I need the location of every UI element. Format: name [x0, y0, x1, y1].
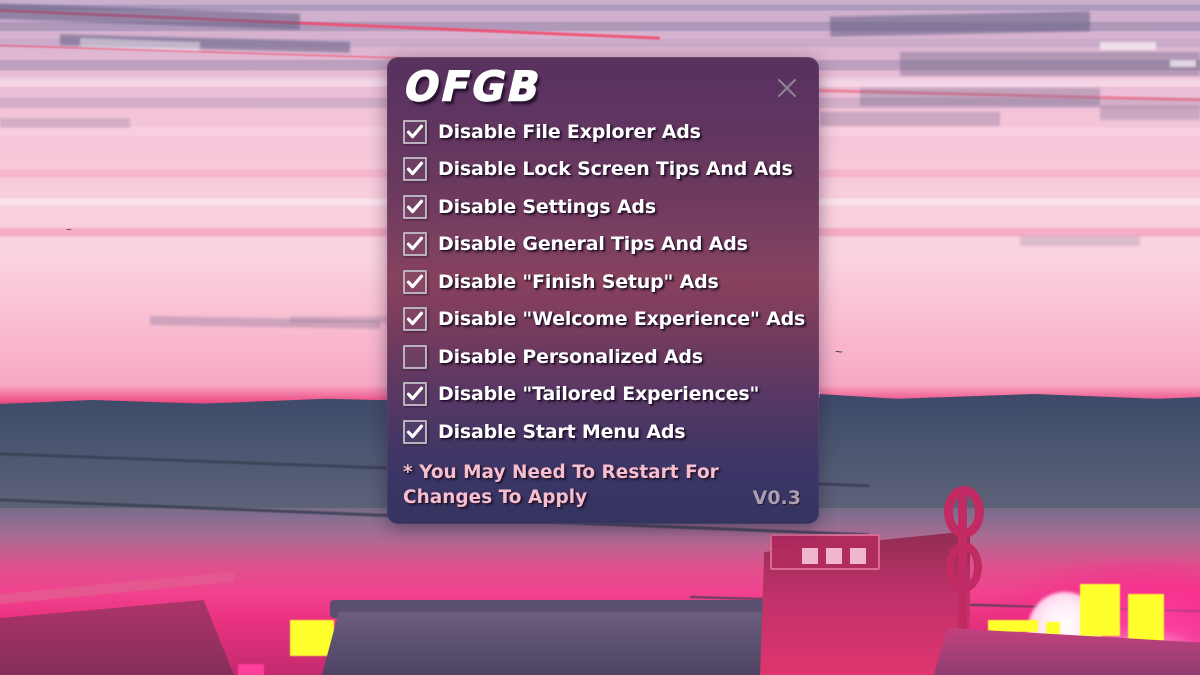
ofgb-logo: OFGB [399, 63, 548, 111]
ship-window [826, 548, 842, 564]
cloud-band [820, 112, 1000, 126]
ship-window [802, 548, 818, 564]
checkbox-checked[interactable] [403, 307, 427, 332]
close-button[interactable] [770, 71, 804, 105]
ofgb-window: OFGB Disable File Explorer Ads Disable Lo… [387, 57, 819, 524]
option-label: Disable Lock Screen Tips And Ads [438, 158, 793, 181]
city-light [1046, 622, 1060, 634]
city-light [1128, 594, 1164, 646]
light-streak [1100, 42, 1156, 50]
option-row[interactable]: Disable "Finish Setup" Ads [403, 263, 803, 301]
option-row[interactable]: Disable Personalized Ads [403, 338, 803, 376]
options-list: Disable File Explorer Ads Disable Lock Sc… [387, 113, 819, 451]
option-row[interactable]: Disable File Explorer Ads [403, 113, 803, 151]
check-icon [406, 124, 424, 138]
window-footer: * You May Need To Restart For Changes To… [403, 461, 803, 510]
option-row[interactable]: Disable General Tips And Ads [403, 226, 803, 264]
checkbox-unchecked[interactable] [403, 344, 427, 369]
checkbox-checked[interactable] [403, 232, 427, 257]
ship-mast-ring [944, 486, 984, 538]
option-label: Disable "Finish Setup" Ads [438, 270, 719, 293]
option-row[interactable]: Disable Settings Ads [403, 188, 803, 226]
option-row[interactable]: Disable "Welcome Experience" Ads [403, 301, 806, 339]
cloud-band [1100, 106, 1200, 120]
checkbox-checked[interactable] [403, 119, 427, 144]
check-icon [406, 386, 424, 401]
desktop-background: ~ ~ OFGB Disable File Explorer Ads Disab… [0, 0, 1200, 675]
check-icon [406, 161, 424, 176]
checkbox-checked[interactable] [403, 194, 427, 219]
option-label: Disable Start Menu Ads [438, 420, 686, 443]
option-label: Disable "Tailored Experiences" [438, 383, 760, 406]
checkbox-checked[interactable] [403, 382, 427, 407]
checkbox-checked[interactable] [403, 157, 427, 182]
option-row[interactable]: Disable Start Menu Ads [403, 413, 803, 451]
light-streak [1170, 60, 1196, 67]
checkbox-checked[interactable] [403, 269, 427, 294]
option-label: Disable General Tips And Ads [438, 233, 748, 256]
check-icon [406, 199, 424, 213]
option-label: Disable Settings Ads [438, 195, 656, 218]
city-light [290, 620, 334, 656]
close-icon [778, 79, 796, 97]
check-icon [406, 424, 424, 438]
check-icon [406, 274, 424, 288]
bird-silhouette: ~ [835, 344, 843, 359]
city-light [988, 620, 1038, 632]
check-icon [406, 311, 424, 326]
option-label: Disable Personalized Ads [438, 345, 703, 368]
cloud-band [0, 118, 130, 128]
option-label: Disable File Explorer Ads [438, 120, 701, 143]
cloud-band [1020, 236, 1140, 246]
option-row[interactable]: Disable "Tailored Experiences" [403, 376, 803, 414]
option-label: Disable "Welcome Experience" Ads [438, 308, 806, 331]
cloud-band [860, 88, 1100, 106]
city-light [238, 664, 264, 675]
boat-hull [320, 612, 790, 675]
window-titlebar[interactable]: OFGB [387, 57, 819, 113]
option-row[interactable]: Disable Lock Screen Tips And Ads [403, 151, 803, 189]
restart-note: * You May Need To Restart For Changes To… [403, 462, 719, 508]
bird-silhouette: ~ [66, 225, 72, 236]
city-light [1080, 584, 1120, 636]
cloud-band [900, 52, 1200, 76]
version-label: V0.3 [752, 487, 801, 509]
ship-mast-ring [946, 542, 982, 592]
check-icon [406, 236, 424, 251]
checkbox-checked[interactable] [403, 419, 427, 444]
ship-window [850, 548, 866, 564]
